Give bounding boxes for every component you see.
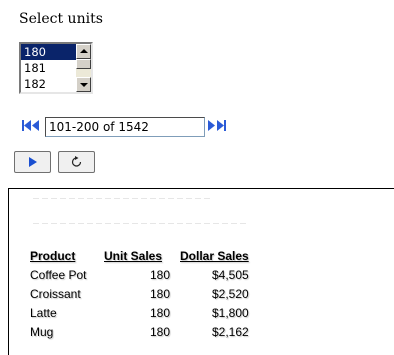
run-button[interactable] xyxy=(14,151,51,173)
table-row: Latte 180 $1,800 xyxy=(28,304,249,323)
column-header-unit-sales: Unit Sales xyxy=(104,249,163,263)
listbox-option-180[interactable]: 180 xyxy=(21,44,77,60)
scroll-down-button[interactable] xyxy=(76,77,91,92)
table-header-row: Product Unit Sales Dollar Sales xyxy=(28,247,249,266)
cell-unit-sales: 180 xyxy=(149,306,170,320)
cell-unit-sales: 180 xyxy=(149,287,170,301)
pager-forward-icons xyxy=(208,120,226,131)
column-header-product: Product xyxy=(30,249,76,263)
listbox-option-182[interactable]: 182 xyxy=(21,76,77,92)
scroll-up-arrow-icon xyxy=(80,49,88,53)
pager-forward-controls xyxy=(205,118,226,134)
cell-dollar-sales: $2,162 xyxy=(212,325,249,339)
faded-report-line xyxy=(33,223,247,224)
listbox-scrollbar[interactable] xyxy=(76,44,91,92)
page-range-input[interactable] xyxy=(45,117,205,137)
table-row: Mug 180 $2,162 xyxy=(28,323,249,342)
scroll-down-arrow-icon xyxy=(80,83,88,87)
cell-dollar-sales: $4,505 xyxy=(212,268,249,282)
next-page-icon[interactable] xyxy=(208,120,215,131)
last-page-icon[interactable] xyxy=(217,120,226,131)
cell-product: Mug xyxy=(30,325,54,339)
cell-product: Coffee Pot xyxy=(30,268,87,282)
cell-unit-sales: 180 xyxy=(149,268,170,282)
cell-product: Latte xyxy=(30,306,57,320)
listbox-option-181[interactable]: 181 xyxy=(21,60,77,76)
table-row: Croissant 180 $2,520 xyxy=(28,285,249,304)
cell-product: Croissant xyxy=(30,287,81,301)
cell-dollar-sales: $2,520 xyxy=(212,287,249,301)
select-units-title: Select units xyxy=(19,11,103,27)
sales-report-table: Product Unit Sales Dollar Sales Coffee P… xyxy=(28,247,249,342)
reset-button[interactable] xyxy=(58,151,95,173)
cell-unit-sales: 180 xyxy=(149,325,170,339)
scrollbar-thumb[interactable] xyxy=(76,59,91,69)
table-row: Coffee Pot 180 $4,505 xyxy=(28,266,249,285)
play-icon xyxy=(29,157,37,167)
previous-page-icon[interactable] xyxy=(32,120,39,131)
refresh-icon xyxy=(71,156,82,167)
first-page-icon[interactable] xyxy=(22,120,31,131)
cell-dollar-sales: $1,800 xyxy=(212,306,249,320)
report-panel: Product Unit Sales Dollar Sales Coffee P… xyxy=(8,188,394,355)
pager-back-icons xyxy=(22,120,39,131)
column-header-dollar-sales: Dollar Sales xyxy=(180,249,249,263)
faded-report-line xyxy=(33,198,213,199)
scroll-up-button[interactable] xyxy=(76,44,91,59)
units-listbox[interactable]: 180 181 182 xyxy=(19,42,93,94)
pager-back-controls xyxy=(21,118,41,134)
